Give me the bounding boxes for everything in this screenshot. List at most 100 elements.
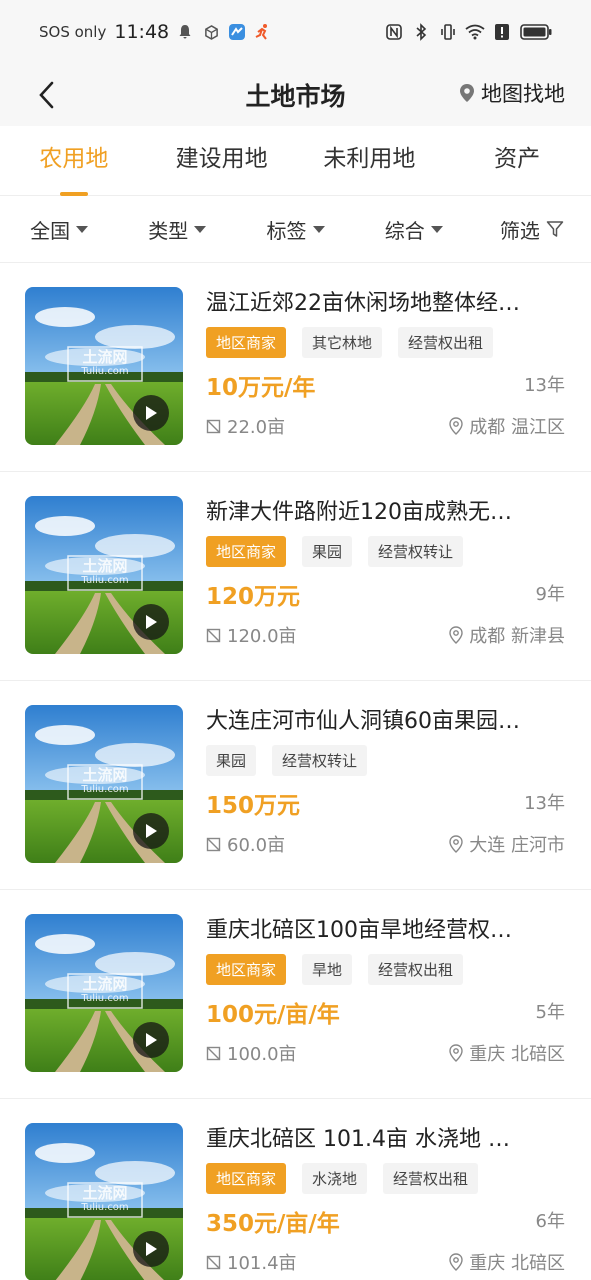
listing-list: 土流网 Tuliu.com 温江近郊22亩休闲场地整体经… 地区商家 其它林地 经营… bbox=[0, 263, 591, 1280]
filter-type[interactable]: 类型 bbox=[118, 215, 236, 244]
play-button[interactable] bbox=[133, 813, 169, 849]
listing-location-value: 成都 新津县 bbox=[469, 626, 565, 647]
listing-location: 成都 温江区 bbox=[449, 413, 565, 439]
tab-farmland[interactable]: 农用地 bbox=[0, 126, 148, 196]
caret-down-icon bbox=[76, 225, 89, 233]
status-bar: SOS only 11:48 bbox=[0, 0, 591, 64]
location-pin-icon bbox=[449, 835, 463, 853]
listing-area-value: 120.0亩 bbox=[227, 626, 297, 647]
location-pin-icon bbox=[449, 1253, 463, 1271]
listing-tag: 其它林地 bbox=[302, 327, 383, 358]
listing-tags: 地区商家 其它林地 经营权出租 bbox=[206, 327, 494, 358]
listing-tag: 经营权转让 bbox=[368, 536, 464, 567]
listing-tags: 地区商家 果园 经营权转让 bbox=[206, 536, 464, 567]
category-tabs: 农用地 建设用地 未利用地 资产 bbox=[0, 126, 591, 196]
listing-tags: 地区商家 旱地 经营权出租 bbox=[206, 954, 464, 985]
listing-thumbnail: 土流网 Tuliu.com bbox=[25, 914, 183, 1072]
listing-area-value: 22.0亩 bbox=[227, 417, 286, 438]
listing-term: 13年 bbox=[524, 793, 565, 814]
wifi-icon bbox=[465, 22, 485, 42]
watermark-brand: 土流网 bbox=[82, 557, 128, 575]
listing-term: 6年 bbox=[535, 1211, 565, 1232]
funnel-icon bbox=[546, 221, 564, 237]
running-icon bbox=[253, 22, 273, 42]
tab-assets[interactable]: 资产 bbox=[443, 126, 591, 196]
play-icon bbox=[146, 1242, 157, 1256]
listing-location: 大连 庄河市 bbox=[449, 831, 565, 857]
listing-tag: 旱地 bbox=[302, 954, 353, 985]
listing-tag: 经营权出租 bbox=[368, 954, 464, 985]
vibrate-icon bbox=[438, 22, 458, 42]
listing-item[interactable]: 土流网 Tuliu.com 重庆北碚区 101.4亩 水浇地 … 地区商家 水浇地… bbox=[0, 1099, 591, 1280]
listing-tags: 果园 经营权转让 bbox=[206, 745, 368, 776]
listing-tag: 经营权出租 bbox=[398, 327, 494, 358]
filter-screen-label: 筛选 bbox=[499, 218, 540, 243]
listing-tag: 地区商家 bbox=[206, 1163, 287, 1194]
listing-price: 150万元 bbox=[206, 793, 301, 819]
map-search-label: 地图找地 bbox=[481, 82, 565, 106]
listing-price: 10万元/年 bbox=[206, 375, 316, 401]
listing-tag: 果园 bbox=[302, 536, 353, 567]
play-button[interactable] bbox=[133, 395, 169, 431]
play-button[interactable] bbox=[133, 604, 169, 640]
status-left: SOS only 11:48 bbox=[39, 21, 273, 43]
chevron-left-icon bbox=[39, 81, 54, 109]
listing-title: 大连庄河市仙人洞镇60亩果园… bbox=[206, 709, 520, 734]
listing-thumbnail: 土流网 Tuliu.com bbox=[25, 287, 183, 445]
nav-bar: 土地市场 地图找地 bbox=[0, 64, 591, 126]
location-pin-icon bbox=[449, 417, 463, 435]
status-right bbox=[384, 22, 553, 42]
listing-thumbnail: 土流网 Tuliu.com bbox=[25, 705, 183, 863]
watermark-domain: Tuliu.com bbox=[81, 784, 129, 795]
listing-item[interactable]: 土流网 Tuliu.com 重庆北碚区100亩旱地经营权… 地区商家 旱地 经营权出… bbox=[0, 890, 591, 1099]
listing-tag: 经营权出租 bbox=[383, 1163, 479, 1194]
listing-area: 101.4亩 bbox=[206, 1249, 297, 1275]
listing-item[interactable]: 土流网 Tuliu.com 大连庄河市仙人洞镇60亩果园… 果园 经营权转让 15… bbox=[0, 681, 591, 890]
listing-item[interactable]: 土流网 Tuliu.com 温江近郊22亩休闲场地整体经… 地区商家 其它林地 经营… bbox=[0, 263, 591, 472]
tab-construction-land[interactable]: 建设用地 bbox=[148, 126, 296, 196]
listing-tags: 地区商家 水浇地 经营权出租 bbox=[206, 1163, 479, 1194]
play-button[interactable] bbox=[133, 1022, 169, 1058]
map-search-button[interactable]: 地图找地 bbox=[459, 78, 565, 108]
listing-term: 13年 bbox=[524, 375, 565, 396]
listing-area: 120.0亩 bbox=[206, 622, 297, 648]
play-icon bbox=[146, 615, 157, 629]
bell-icon bbox=[175, 22, 195, 42]
filter-tag[interactable]: 标签 bbox=[236, 215, 354, 244]
filter-region[interactable]: 全国 bbox=[0, 215, 118, 244]
listing-price: 100元/亩/年 bbox=[206, 1002, 340, 1028]
listing-location-value: 成都 温江区 bbox=[469, 417, 565, 438]
bluetooth-icon bbox=[411, 22, 431, 42]
listing-tag: 地区商家 bbox=[206, 536, 287, 567]
listing-location: 重庆 北碚区 bbox=[449, 1040, 565, 1066]
listing-area: 100.0亩 bbox=[206, 1040, 297, 1066]
area-icon bbox=[206, 628, 221, 642]
area-icon bbox=[206, 1255, 221, 1269]
tab-unused-land[interactable]: 未利用地 bbox=[296, 126, 444, 196]
filter-sort[interactable]: 综合 bbox=[355, 215, 473, 244]
listing-term: 9年 bbox=[535, 584, 565, 605]
caret-down-icon bbox=[430, 225, 443, 233]
watermark-brand: 土流网 bbox=[82, 1184, 128, 1202]
listing-item[interactable]: 土流网 Tuliu.com 新津大件路附近120亩成熟无… 地区商家 果园 经营权转… bbox=[0, 472, 591, 681]
filter-bar: 全国 类型 标签 综合 筛选 bbox=[0, 196, 591, 263]
nfc-icon bbox=[384, 22, 404, 42]
listing-location-value: 重庆 北碚区 bbox=[469, 1044, 565, 1065]
listing-area: 22.0亩 bbox=[206, 413, 285, 439]
listing-tag: 地区商家 bbox=[206, 954, 287, 985]
filter-sort-label: 综合 bbox=[384, 218, 425, 243]
watermark-domain: Tuliu.com bbox=[81, 575, 129, 586]
listing-price: 350元/亩/年 bbox=[206, 1211, 340, 1237]
back-button[interactable] bbox=[30, 78, 64, 112]
play-icon bbox=[146, 406, 157, 420]
play-icon bbox=[146, 824, 157, 838]
play-icon bbox=[146, 1033, 157, 1047]
area-icon bbox=[206, 1046, 221, 1060]
play-button[interactable] bbox=[133, 1231, 169, 1267]
watermark-domain: Tuliu.com bbox=[81, 993, 129, 1004]
listing-location-value: 重庆 北碚区 bbox=[469, 1253, 565, 1274]
filter-screen[interactable]: 筛选 bbox=[473, 215, 591, 244]
listing-term: 5年 bbox=[535, 1002, 565, 1023]
listing-tag: 地区商家 bbox=[206, 327, 287, 358]
listing-title: 温江近郊22亩休闲场地整体经… bbox=[206, 291, 520, 316]
